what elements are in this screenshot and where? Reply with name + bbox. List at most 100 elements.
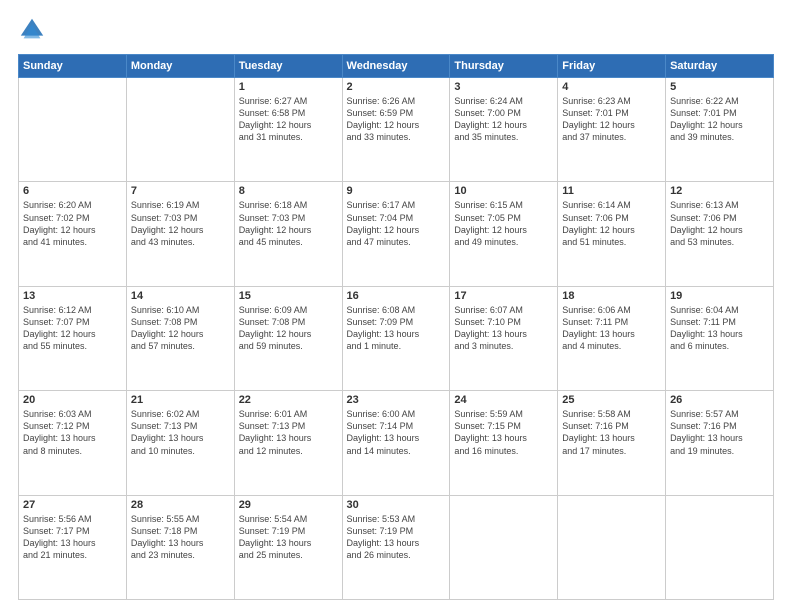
day-info: Sunrise: 5:54 AM Sunset: 7:19 PM Dayligh… — [239, 514, 312, 560]
day-info: Sunrise: 6:23 AM Sunset: 7:01 PM Dayligh… — [562, 96, 635, 142]
table-row: 11 Sunrise: 6:14 AM Sunset: 7:06 PM Dayli… — [558, 182, 666, 286]
table-row: 15 Sunrise: 6:09 AM Sunset: 7:08 PM Dayli… — [234, 286, 342, 390]
col-sunday: Sunday — [19, 55, 127, 78]
day-info: Sunrise: 6:00 AM Sunset: 7:14 PM Dayligh… — [347, 409, 420, 455]
day-number: 21 — [131, 394, 230, 406]
table-row — [450, 495, 558, 599]
table-row: 2Sunrise: 6:26 AM Sunset: 6:59 PM Daylig… — [342, 78, 450, 182]
day-number: 5 — [670, 81, 769, 93]
day-number: 27 — [23, 499, 122, 511]
table-row: 18 Sunrise: 6:06 AM Sunset: 7:11 PM Dayli… — [558, 286, 666, 390]
day-info: Sunrise: 6:12 AM Sunset: 7:07 PM Dayligh… — [23, 305, 96, 351]
day-number: 29 — [239, 499, 338, 511]
logo-icon — [18, 16, 46, 44]
day-info: Sunrise: 6:24 AM Sunset: 7:00 PM Dayligh… — [454, 96, 527, 142]
day-info: Sunrise: 6:26 AM Sunset: 6:59 PM Dayligh… — [347, 96, 420, 142]
day-info: Sunrise: 6:19 AM Sunset: 7:03 PM Dayligh… — [131, 200, 204, 246]
col-wednesday: Wednesday — [342, 55, 450, 78]
day-number: 6 — [23, 185, 122, 197]
table-row: 4 Sunrise: 6:23 AM Sunset: 7:01 PM Daylig… — [558, 78, 666, 182]
table-row: 7Sunrise: 6:19 AM Sunset: 7:03 PM Daylig… — [126, 182, 234, 286]
day-info: Sunrise: 6:20 AM Sunset: 7:02 PM Dayligh… — [23, 200, 96, 246]
calendar-header-row: Sunday Monday Tuesday Wednesday Thursday… — [19, 55, 774, 78]
table-row: 23 Sunrise: 6:00 AM Sunset: 7:14 PM Dayli… — [342, 391, 450, 495]
day-number: 22 — [239, 394, 338, 406]
table-row — [666, 495, 774, 599]
day-info: Sunrise: 6:10 AM Sunset: 7:08 PM Dayligh… — [131, 305, 204, 351]
day-number: 16 — [347, 290, 446, 302]
day-number: 3 — [454, 81, 553, 93]
table-row — [126, 78, 234, 182]
table-row: 1 Sunrise: 6:27 AM Sunset: 6:58 PM Daylig… — [234, 78, 342, 182]
table-row: 22 Sunrise: 6:01 AM Sunset: 7:13 PM Dayli… — [234, 391, 342, 495]
table-row — [19, 78, 127, 182]
day-number: 13 — [23, 290, 122, 302]
day-number: 14 — [131, 290, 230, 302]
day-info: Sunrise: 6:06 AM Sunset: 7:11 PM Dayligh… — [562, 305, 635, 351]
day-number: 26 — [670, 394, 769, 406]
table-row: 27 Sunrise: 5:56 AM Sunset: 7:17 PM Dayli… — [19, 495, 127, 599]
table-row: 30Sunrise: 5:53 AM Sunset: 7:19 PM Dayli… — [342, 495, 450, 599]
col-monday: Monday — [126, 55, 234, 78]
day-number: 17 — [454, 290, 553, 302]
day-info: Sunrise: 6:27 AM Sunset: 6:58 PM Dayligh… — [239, 96, 312, 142]
col-tuesday: Tuesday — [234, 55, 342, 78]
day-info: Sunrise: 6:09 AM Sunset: 7:08 PM Dayligh… — [239, 305, 312, 351]
day-info: Sunrise: 6:08 AM Sunset: 7:09 PM Dayligh… — [347, 305, 420, 351]
table-row: 3 Sunrise: 6:24 AM Sunset: 7:00 PM Daylig… — [450, 78, 558, 182]
table-row: 21 Sunrise: 6:02 AM Sunset: 7:13 PM Dayli… — [126, 391, 234, 495]
table-row: 6 Sunrise: 6:20 AM Sunset: 7:02 PM Daylig… — [19, 182, 127, 286]
day-number: 8 — [239, 185, 338, 197]
day-number: 9 — [347, 185, 446, 197]
day-info: Sunrise: 6:07 AM Sunset: 7:10 PM Dayligh… — [454, 305, 527, 351]
col-friday: Friday — [558, 55, 666, 78]
day-number: 19 — [670, 290, 769, 302]
day-info: Sunrise: 6:18 AM Sunset: 7:03 PM Dayligh… — [239, 200, 312, 246]
day-number: 11 — [562, 185, 661, 197]
day-number: 23 — [347, 394, 446, 406]
table-row: 28 Sunrise: 5:55 AM Sunset: 7:18 PM Dayli… — [126, 495, 234, 599]
table-row: 10Sunrise: 6:15 AM Sunset: 7:05 PM Dayli… — [450, 182, 558, 286]
day-info: Sunrise: 6:03 AM Sunset: 7:12 PM Dayligh… — [23, 409, 96, 455]
table-row: 13 Sunrise: 6:12 AM Sunset: 7:07 PM Dayli… — [19, 286, 127, 390]
day-info: Sunrise: 5:59 AM Sunset: 7:15 PM Dayligh… — [454, 409, 527, 455]
day-info: Sunrise: 5:55 AM Sunset: 7:18 PM Dayligh… — [131, 514, 204, 560]
calendar-week-row: 1 Sunrise: 6:27 AM Sunset: 6:58 PM Daylig… — [19, 78, 774, 182]
table-row: 17 Sunrise: 6:07 AM Sunset: 7:10 PM Dayli… — [450, 286, 558, 390]
day-info: Sunrise: 6:04 AM Sunset: 7:11 PM Dayligh… — [670, 305, 743, 351]
day-info: Sunrise: 5:53 AM Sunset: 7:19 PM Dayligh… — [347, 514, 420, 560]
table-row: 16 Sunrise: 6:08 AM Sunset: 7:09 PM Dayli… — [342, 286, 450, 390]
day-info: Sunrise: 6:15 AM Sunset: 7:05 PM Dayligh… — [454, 200, 527, 246]
table-row: 12 Sunrise: 6:13 AM Sunset: 7:06 PM Dayli… — [666, 182, 774, 286]
table-row: 25Sunrise: 5:58 AM Sunset: 7:16 PM Dayli… — [558, 391, 666, 495]
table-row: 19 Sunrise: 6:04 AM Sunset: 7:11 PM Dayli… — [666, 286, 774, 390]
day-number: 15 — [239, 290, 338, 302]
day-number: 12 — [670, 185, 769, 197]
table-row: 20Sunrise: 6:03 AM Sunset: 7:12 PM Dayli… — [19, 391, 127, 495]
table-row: 8 Sunrise: 6:18 AM Sunset: 7:03 PM Daylig… — [234, 182, 342, 286]
day-number: 28 — [131, 499, 230, 511]
calendar-table: Sunday Monday Tuesday Wednesday Thursday… — [18, 54, 774, 600]
day-info: Sunrise: 5:56 AM Sunset: 7:17 PM Dayligh… — [23, 514, 96, 560]
day-number: 1 — [239, 81, 338, 93]
calendar-week-row: 27 Sunrise: 5:56 AM Sunset: 7:17 PM Dayli… — [19, 495, 774, 599]
table-row: 5Sunrise: 6:22 AM Sunset: 7:01 PM Daylig… — [666, 78, 774, 182]
col-saturday: Saturday — [666, 55, 774, 78]
calendar-week-row: 13 Sunrise: 6:12 AM Sunset: 7:07 PM Dayli… — [19, 286, 774, 390]
day-info: Sunrise: 6:02 AM Sunset: 7:13 PM Dayligh… — [131, 409, 204, 455]
header — [18, 16, 774, 44]
day-info: Sunrise: 6:14 AM Sunset: 7:06 PM Dayligh… — [562, 200, 635, 246]
day-number: 4 — [562, 81, 661, 93]
logo — [18, 16, 50, 44]
table-row: 26 Sunrise: 5:57 AM Sunset: 7:16 PM Dayli… — [666, 391, 774, 495]
table-row: 9Sunrise: 6:17 AM Sunset: 7:04 PM Daylig… — [342, 182, 450, 286]
calendar-week-row: 20Sunrise: 6:03 AM Sunset: 7:12 PM Dayli… — [19, 391, 774, 495]
day-info: Sunrise: 6:01 AM Sunset: 7:13 PM Dayligh… — [239, 409, 312, 455]
day-info: Sunrise: 5:57 AM Sunset: 7:16 PM Dayligh… — [670, 409, 743, 455]
day-number: 18 — [562, 290, 661, 302]
day-number: 25 — [562, 394, 661, 406]
day-info: Sunrise: 6:13 AM Sunset: 7:06 PM Dayligh… — [670, 200, 743, 246]
page: Sunday Monday Tuesday Wednesday Thursday… — [0, 0, 792, 612]
col-thursday: Thursday — [450, 55, 558, 78]
calendar-week-row: 6 Sunrise: 6:20 AM Sunset: 7:02 PM Daylig… — [19, 182, 774, 286]
